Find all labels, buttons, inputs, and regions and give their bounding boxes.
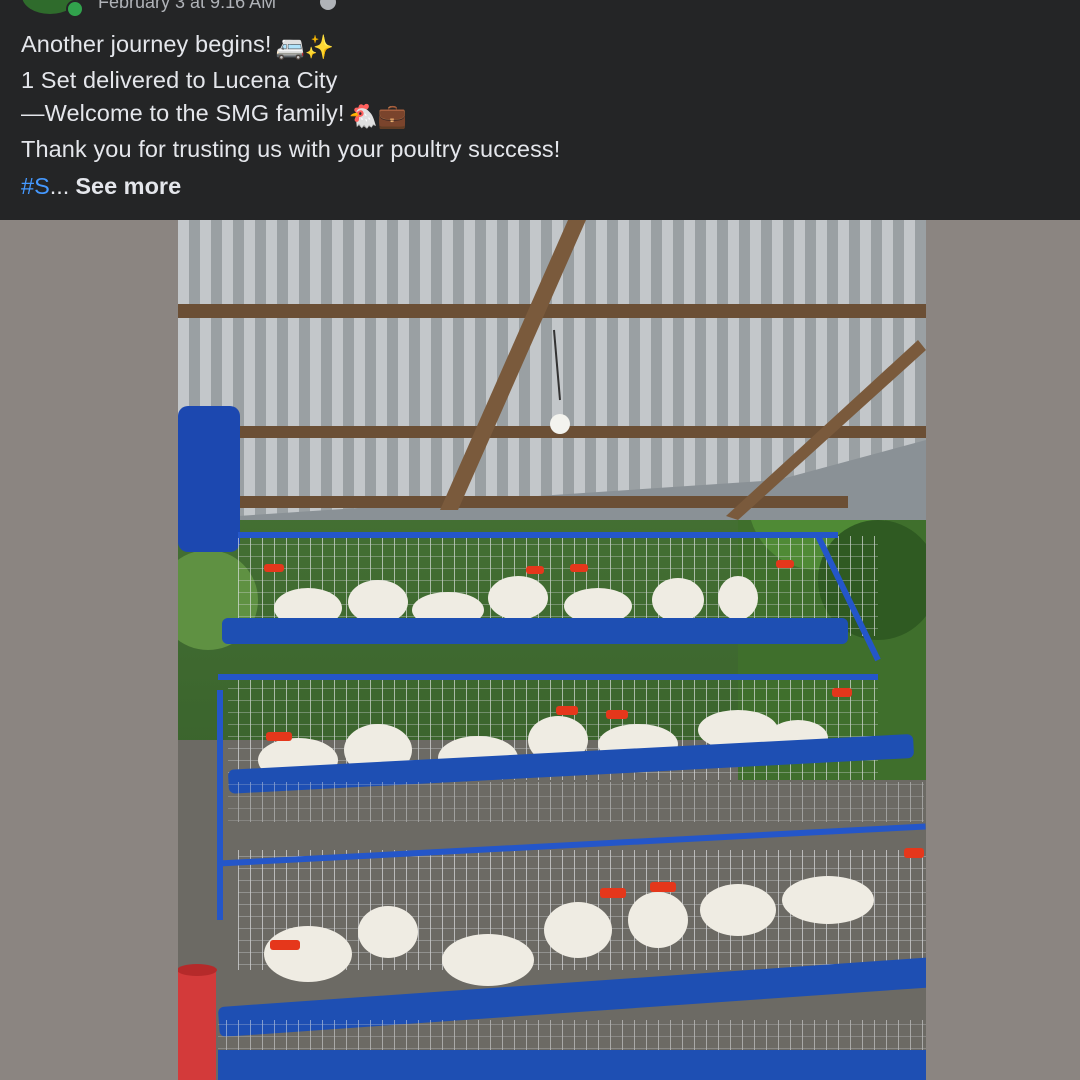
- post-line-1-text: Another journey begins!: [21, 31, 272, 57]
- globe-icon[interactable]: [320, 0, 336, 10]
- see-more-button[interactable]: See more: [75, 173, 181, 199]
- online-status-icon: [66, 0, 84, 18]
- post-timestamp[interactable]: February 3 at 9:16 AM: [98, 0, 276, 13]
- post-line-2: 1 Set delivered to Lucena City: [21, 67, 338, 93]
- post-header: February 3 at 9:16 AM Another journey be…: [0, 0, 1080, 220]
- see-more-row: #S... See more: [21, 171, 181, 201]
- post-body: Another journey begins! 🚐✨ 1 Set delivere…: [21, 28, 560, 166]
- van-sparkles-emoji: 🚐✨: [275, 34, 335, 60]
- post-line-3: —Welcome to the SMG family! 🐔💼: [21, 97, 560, 133]
- poultry-cage-photo: [178, 220, 926, 1080]
- chicken-briefcase-emoji: 🐔💼: [348, 103, 408, 129]
- post-line-4: Thank you for trusting us with your poul…: [21, 136, 561, 162]
- ellipsis: ...: [49, 173, 70, 199]
- post-line-3-text: —Welcome to the SMG family!: [21, 100, 345, 126]
- post-line-1: Another journey begins! 🚐✨: [21, 28, 560, 64]
- post-photo[interactable]: [178, 220, 926, 1080]
- hashtag-link[interactable]: #S: [21, 173, 50, 199]
